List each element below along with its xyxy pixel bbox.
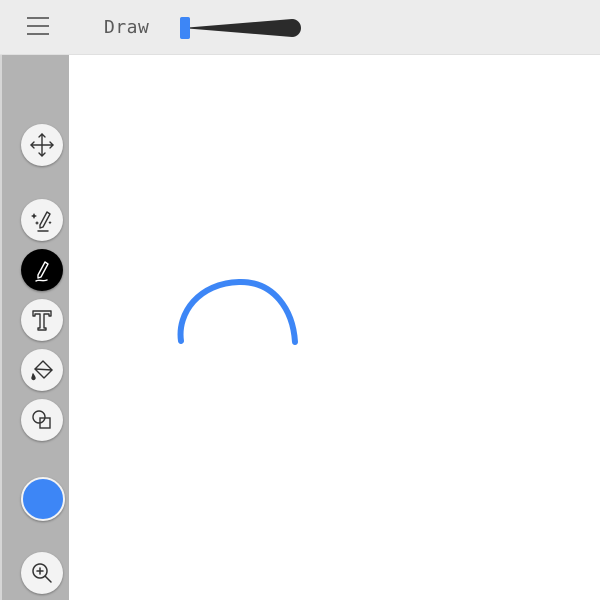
shapes-tool-button[interactable] xyxy=(21,399,63,441)
pen-icon xyxy=(35,261,49,282)
zoom-in-icon xyxy=(32,563,52,583)
drawing-app: Draw xyxy=(0,0,600,600)
fill-tool-button[interactable] xyxy=(21,349,63,391)
text-tool-button[interactable] xyxy=(21,299,63,341)
top-bar: Draw xyxy=(0,0,600,55)
text-icon xyxy=(32,310,52,331)
pen-tool-button[interactable] xyxy=(21,249,63,291)
brush-size-track xyxy=(182,19,301,37)
hamburger-menu-icon[interactable] xyxy=(27,17,49,37)
paint-bucket-icon xyxy=(31,360,53,381)
magic-pen-tool-button[interactable] xyxy=(21,199,63,241)
move-arrows-icon xyxy=(30,133,54,157)
move-tool-button[interactable] xyxy=(21,124,63,166)
current-color-swatch[interactable] xyxy=(21,477,65,521)
shapes-icon xyxy=(32,410,51,429)
tool-sidebar xyxy=(0,55,69,600)
drawn-arc-stroke xyxy=(177,278,298,345)
magic-pen-icon xyxy=(31,211,52,232)
drawing-canvas[interactable] xyxy=(69,55,600,600)
zoom-tool-button[interactable] xyxy=(21,552,63,594)
canvas-surface xyxy=(177,278,298,345)
brush-size-handle[interactable] xyxy=(180,17,190,39)
brush-size-slider[interactable] xyxy=(176,14,306,42)
mode-label: Draw xyxy=(104,17,150,38)
